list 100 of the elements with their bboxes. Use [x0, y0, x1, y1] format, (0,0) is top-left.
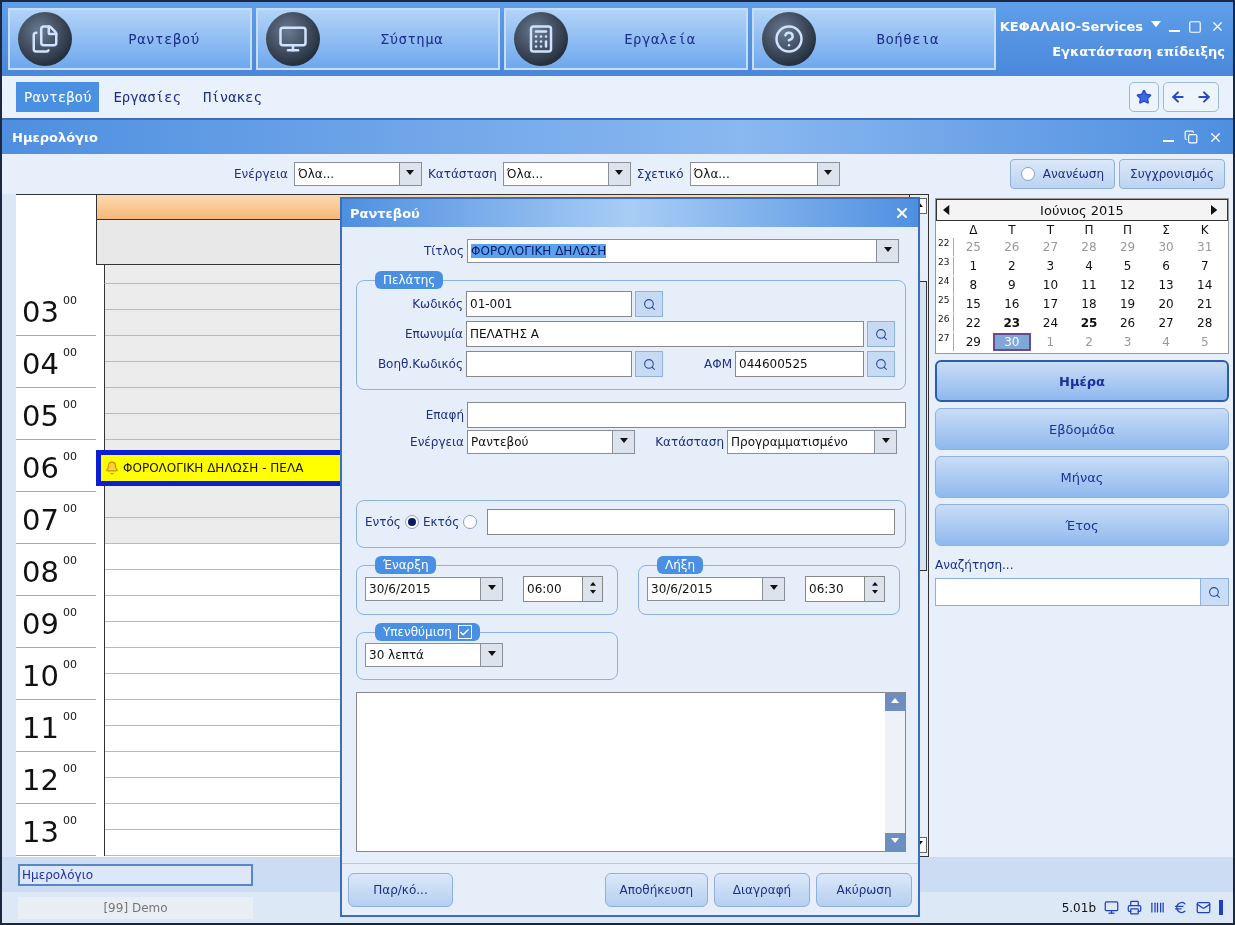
barcode-icon[interactable]	[1150, 900, 1165, 915]
close-icon[interactable]	[1210, 19, 1225, 34]
dialog-button[interactable]: Ακύρωση	[816, 872, 912, 907]
calendar-day[interactable]: 15	[954, 295, 993, 313]
down-arrow-icon	[589, 590, 596, 596]
maximize-icon[interactable]	[1188, 19, 1202, 34]
calendar-day[interactable]: 18	[1069, 295, 1109, 313]
input-field[interactable]	[467, 402, 906, 428]
printer-icon[interactable]	[1127, 900, 1142, 915]
dialog-button[interactable]: Αποθήκευση	[604, 872, 708, 907]
search-icon	[874, 327, 888, 341]
calendar-day[interactable]: 19	[1108, 295, 1147, 313]
sync-button[interactable]: Συγχρονισμός	[1119, 159, 1225, 189]
calendar-day[interactable]: 20	[1146, 295, 1186, 313]
calendar-day[interactable]: 8	[954, 276, 993, 294]
search-button[interactable]	[867, 321, 895, 347]
calendar-day[interactable]: 9	[992, 276, 1032, 294]
calendar-day[interactable]: 17	[1031, 295, 1070, 313]
favorite-button[interactable]	[1129, 82, 1159, 112]
calendar-day[interactable]: 13	[1146, 276, 1186, 294]
calendar-day[interactable]: 12	[1108, 276, 1147, 294]
calendar-day[interactable]: 4	[1069, 257, 1109, 275]
week-number: 22	[938, 238, 954, 256]
filter-dropdown[interactable]: Όλα...	[293, 162, 422, 186]
search-button[interactable]	[635, 351, 663, 377]
radio-button[interactable]	[404, 515, 419, 529]
menu-button[interactable]: Βοήθεια	[751, 8, 996, 70]
input-field[interactable]: ΠΕΛΑΤΗΣ Α	[466, 321, 864, 347]
ribbon-tab[interactable]: Πίνακες	[194, 82, 270, 112]
menu-button[interactable]: Εργαλεία	[503, 8, 748, 70]
status-field: Ημερολόγιο	[18, 863, 253, 886]
calendar-day[interactable]: 26	[1108, 314, 1147, 332]
radio-button[interactable]	[463, 515, 478, 529]
view-button[interactable]: Έτος	[935, 504, 1229, 546]
week-number: 23	[938, 257, 954, 275]
title-dropdown[interactable]: ΦΟΡΟΛΟΓΙΚΗ ΔΗΛΩΣΗ	[467, 239, 899, 263]
euro-icon[interactable]	[1173, 900, 1188, 915]
dialog-button[interactable]: Διαγραφή	[714, 872, 810, 907]
calendar-day[interactable]: 7	[1185, 257, 1224, 275]
ribbon-tab[interactable]: Εργασίες	[105, 82, 189, 112]
field-label: ΑΦΜ	[703, 357, 732, 371]
computer-icon[interactable]	[1104, 900, 1119, 915]
minimize-icon[interactable]	[1169, 29, 1180, 32]
search-field[interactable]	[935, 578, 1229, 606]
time-spinner[interactable]: 06:00	[523, 576, 603, 602]
calendar-day[interactable]: 22	[954, 314, 993, 332]
up-arrow-icon	[589, 582, 596, 588]
input-field[interactable]	[487, 509, 895, 535]
view-button[interactable]: Εβδομάδα	[935, 408, 1229, 450]
date-dropdown[interactable]: 30/6/2015	[647, 577, 785, 601]
calendar-day[interactable]: 14	[1185, 276, 1224, 294]
filter-label: Κατάσταση	[427, 167, 497, 181]
search-icon	[1208, 585, 1221, 599]
up-arrow-icon	[891, 698, 899, 706]
calendar-day[interactable]: 5	[1108, 257, 1147, 275]
calendar-day[interactable]: 27	[1146, 314, 1186, 332]
checkbox[interactable]	[457, 625, 472, 639]
scrollbar[interactable]	[885, 693, 905, 851]
input-field[interactable]: 044600525	[735, 351, 864, 377]
menu-button[interactable]: Σύστημα	[255, 8, 500, 70]
field-label: Επωνυμία	[403, 327, 463, 341]
calendar-day[interactable]: 6	[1146, 257, 1186, 275]
search-button[interactable]	[1200, 579, 1228, 605]
calendar-day[interactable]: 3	[1031, 257, 1070, 275]
input-field[interactable]	[466, 351, 632, 377]
action-dropdown[interactable]: Ραντεβού	[467, 430, 635, 454]
calendar-day[interactable]: 23	[992, 314, 1032, 332]
calendar-day[interactable]: 29	[954, 333, 993, 351]
calendar-day[interactable]: 11	[1069, 276, 1109, 294]
calendar-day[interactable]: 16	[992, 295, 1032, 313]
reminder-dropdown[interactable]: 30 λεπτά	[365, 643, 503, 667]
calendar-day[interactable]: 28	[1185, 314, 1224, 332]
close-icon[interactable]	[894, 205, 910, 221]
dialog-button[interactable]: Παρ/κό...	[348, 872, 453, 907]
input-field[interactable]: 01-001	[466, 291, 632, 317]
calendar-day[interactable]: 21	[1185, 295, 1224, 313]
filter-dropdown[interactable]: Όλα...	[689, 162, 840, 186]
radio-label: Εκτός	[422, 515, 460, 529]
view-button[interactable]: Ημέρα	[935, 360, 1229, 402]
status-dropdown[interactable]: Προγραμματισμένο	[727, 430, 897, 454]
filter-dropdown[interactable]: Όλα...	[502, 162, 631, 186]
time-spinner[interactable]: 06:30	[805, 576, 885, 602]
calendar-day[interactable]: 2	[992, 257, 1032, 275]
group-legend: Λήξη	[657, 556, 704, 574]
calendar-day[interactable]: 25	[1069, 314, 1109, 332]
star-icon	[1136, 89, 1152, 105]
navigation-button[interactable]	[1163, 82, 1219, 112]
calendar-day[interactable]: 1	[954, 257, 993, 275]
search-button[interactable]	[635, 291, 663, 317]
calendar-day[interactable]: 24	[1031, 314, 1070, 332]
search-button[interactable]	[867, 351, 895, 377]
view-button[interactable]: Μήνας	[935, 456, 1229, 498]
date-dropdown[interactable]: 30/6/2015	[365, 577, 503, 601]
calendar-day[interactable]: 10	[1031, 276, 1070, 294]
bell-icon	[105, 461, 119, 475]
refresh-button[interactable]: Ανανέωση	[1009, 159, 1116, 189]
notes-area[interactable]	[356, 692, 906, 852]
mail-icon[interactable]	[1196, 900, 1211, 915]
weekday-label: Κ	[1199, 223, 1210, 237]
menu-button[interactable]: Ραντεβού	[8, 8, 252, 70]
